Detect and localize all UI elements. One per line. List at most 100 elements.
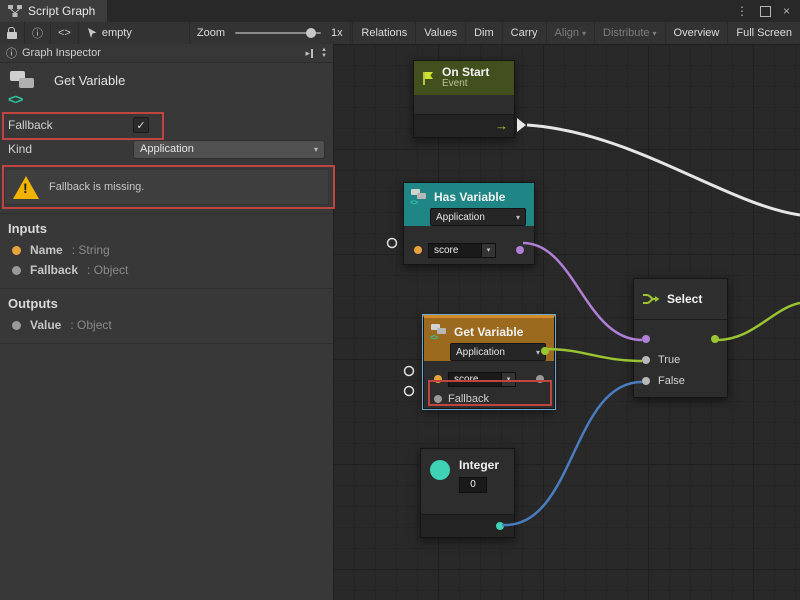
- lock-button[interactable]: [0, 22, 25, 44]
- input-port-row: Name : String: [0, 240, 333, 260]
- warning-icon: [13, 176, 39, 199]
- connection-select-output: [717, 303, 800, 340]
- kind-value: Application: [140, 143, 194, 155]
- port-type: : String: [72, 243, 110, 257]
- zoom-slider-handle[interactable]: [306, 28, 316, 38]
- kind-dropdown[interactable]: Application ▾: [133, 140, 325, 159]
- selected-node-summary: <> Get Variable: [0, 63, 333, 113]
- integer-footer: [421, 514, 514, 537]
- kind-dropdown[interactable]: Application ▾: [450, 343, 546, 361]
- values-button[interactable]: Values: [415, 22, 465, 44]
- menu-kebab-icon[interactable]: ⋮: [736, 4, 748, 18]
- overview-button[interactable]: Overview: [665, 22, 728, 44]
- variable-name-value[interactable]: score: [448, 372, 502, 387]
- graph-inspector-panel: ⓘ Graph Inspector ▸ ▲ ▼ <> Get Variable …: [0, 44, 334, 600]
- code-icon: <>: [8, 91, 22, 107]
- flow-arrow-icon[interactable]: →: [495, 118, 508, 133]
- false-input-port[interactable]: [642, 377, 650, 385]
- carry-button[interactable]: Carry: [502, 22, 546, 44]
- fallback-input-port[interactable]: [434, 395, 442, 403]
- selection-output-port[interactable]: [711, 335, 719, 343]
- node-on-start[interactable]: On Start Event →: [413, 60, 515, 138]
- flag-icon: [421, 71, 436, 86]
- variable-name-combo[interactable]: score ▾: [428, 243, 496, 258]
- tab-label: Script Graph: [28, 4, 95, 18]
- graph-canvas[interactable]: On Start Event → <> Has Variable Ap: [333, 44, 800, 600]
- get-variable-header[interactable]: <> Get Variable Application ▾: [424, 318, 554, 361]
- port-name: Value: [30, 318, 61, 332]
- connections-layer: [333, 44, 800, 600]
- flow-port-triangle[interactable]: [517, 118, 526, 132]
- relations-button[interactable]: Relations: [352, 22, 415, 44]
- condition-port-row: [634, 328, 727, 349]
- fullscreen-button[interactable]: Full Screen: [727, 22, 800, 44]
- zoom-control: Zoom 1x: [190, 22, 351, 44]
- name-input-port[interactable]: [434, 375, 442, 383]
- code-icon: <>: [410, 198, 417, 207]
- fallback-label: Fallback: [8, 118, 133, 132]
- true-port-row: True: [634, 349, 727, 370]
- chevron-down-icon[interactable]: ▾: [502, 372, 516, 387]
- node-has-variable[interactable]: <> Has Variable Application ▾ score ▾: [403, 182, 535, 265]
- chevron-down-icon: ▾: [516, 213, 520, 222]
- variable-name-value[interactable]: score: [428, 243, 482, 258]
- true-input-port[interactable]: [642, 356, 650, 364]
- integer-value-field[interactable]: 0: [459, 477, 487, 493]
- script-graph-icon: [8, 5, 22, 17]
- code-icon: <>: [58, 27, 71, 39]
- info-icon: ⓘ: [32, 25, 43, 41]
- value-output-port[interactable]: [541, 347, 549, 355]
- tab-script-graph[interactable]: Script Graph: [0, 0, 107, 22]
- name-input-port[interactable]: [414, 246, 422, 254]
- code-icon: <>: [430, 333, 437, 342]
- selection-label: empty: [102, 27, 132, 39]
- scroll-arrows[interactable]: ▲ ▼: [321, 47, 327, 59]
- unconnected-port-ring[interactable]: [405, 367, 414, 376]
- scroll-down-icon[interactable]: ▼: [321, 53, 327, 59]
- chevron-down-icon: ▾: [653, 29, 657, 38]
- zoom-slider[interactable]: [235, 32, 321, 34]
- inspector-header: ⓘ Graph Inspector ▸ ▲ ▼: [0, 44, 333, 63]
- bool-output-port[interactable]: [516, 246, 524, 254]
- close-icon[interactable]: ×: [783, 4, 790, 18]
- toolbar-buttons: Relations Values Dim Carry Align▾ Distri…: [352, 22, 800, 44]
- port-type: : Object: [87, 263, 128, 277]
- connection-on-start: [527, 125, 800, 215]
- node-title: On Start: [442, 66, 489, 78]
- warning-box: Fallback is missing.: [4, 169, 329, 205]
- on-start-header[interactable]: On Start Event: [414, 61, 514, 95]
- inspector-title: Graph Inspector: [22, 47, 101, 59]
- node-select[interactable]: Select True False: [633, 278, 728, 398]
- node-title: Integer: [459, 458, 499, 472]
- outputs-section-title: Outputs: [0, 289, 333, 315]
- integer-output-port[interactable]: [496, 522, 504, 530]
- node-integer[interactable]: Integer 0: [420, 448, 515, 538]
- kind-dropdown[interactable]: Application ▾: [430, 208, 526, 226]
- select-icon: [642, 292, 660, 306]
- integer-header[interactable]: Integer 0: [421, 449, 514, 493]
- has-variable-header[interactable]: <> Has Variable Application ▾: [404, 183, 534, 226]
- chevron-down-icon[interactable]: ▾: [482, 243, 496, 258]
- inspector-node-title: Get Variable: [54, 73, 125, 88]
- code-preview-button[interactable]: <>: [51, 22, 79, 44]
- inspect-button[interactable]: ⓘ: [25, 22, 51, 44]
- selection-dropdown[interactable]: empty: [79, 22, 190, 44]
- unconnected-port-ring[interactable]: [388, 239, 397, 248]
- dock-icon[interactable]: ▸: [306, 49, 314, 58]
- string-port-icon: [12, 246, 21, 255]
- zoom-value: 1x: [331, 27, 343, 39]
- dim-button[interactable]: Dim: [465, 22, 502, 44]
- variable-name-combo[interactable]: score ▾: [448, 372, 516, 387]
- node-title: Has Variable: [434, 190, 505, 204]
- unconnected-port-ring[interactable]: [405, 387, 414, 396]
- distribute-button[interactable]: Distribute▾: [594, 22, 664, 44]
- false-port-row: False: [634, 370, 727, 391]
- select-header[interactable]: Select: [634, 279, 727, 320]
- node-get-variable[interactable]: <> Get Variable Application ▾ score ▾: [423, 315, 555, 409]
- condition-input-port[interactable]: [642, 335, 650, 343]
- divider: [0, 343, 333, 344]
- align-button[interactable]: Align▾: [546, 22, 594, 44]
- fallback-checkbox[interactable]: ✓: [133, 117, 149, 133]
- output-port[interactable]: [536, 375, 544, 383]
- maximize-icon[interactable]: [760, 6, 771, 17]
